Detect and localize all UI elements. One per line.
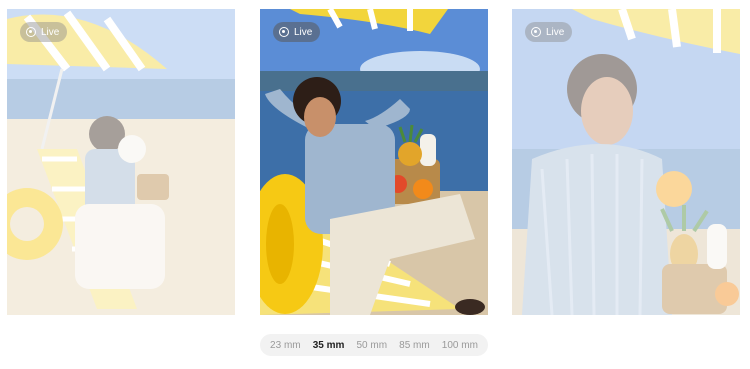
photo-card-23mm[interactable]: Live <box>7 9 235 315</box>
live-label: Live <box>294 26 313 38</box>
live-label: Live <box>41 26 60 38</box>
focal-option-50mm[interactable]: 50 mm <box>356 340 387 351</box>
live-badge[interactable]: Live <box>20 22 68 42</box>
live-photo-icon <box>26 27 36 37</box>
live-photo-icon <box>279 27 289 37</box>
beach-photo-wide <box>7 9 235 315</box>
live-label: Live <box>546 26 565 38</box>
live-badge[interactable]: Live <box>273 22 321 42</box>
beach-photo-portrait <box>512 9 740 315</box>
photo-card-35mm[interactable]: Live <box>260 9 488 315</box>
live-badge[interactable]: Live <box>525 22 573 42</box>
focal-option-85mm[interactable]: 85 mm <box>399 340 430 351</box>
beach-photo-main <box>260 9 488 315</box>
focal-option-35mm[interactable]: 35 mm <box>313 340 345 351</box>
live-photo-icon <box>531 27 541 37</box>
photo-card-50mm[interactable]: Live <box>512 9 740 315</box>
focal-length-selector: 23 mm 35 mm 50 mm 85 mm 100 mm <box>260 334 488 356</box>
focal-option-23mm[interactable]: 23 mm <box>270 340 301 351</box>
focal-option-100mm[interactable]: 100 mm <box>442 340 478 351</box>
